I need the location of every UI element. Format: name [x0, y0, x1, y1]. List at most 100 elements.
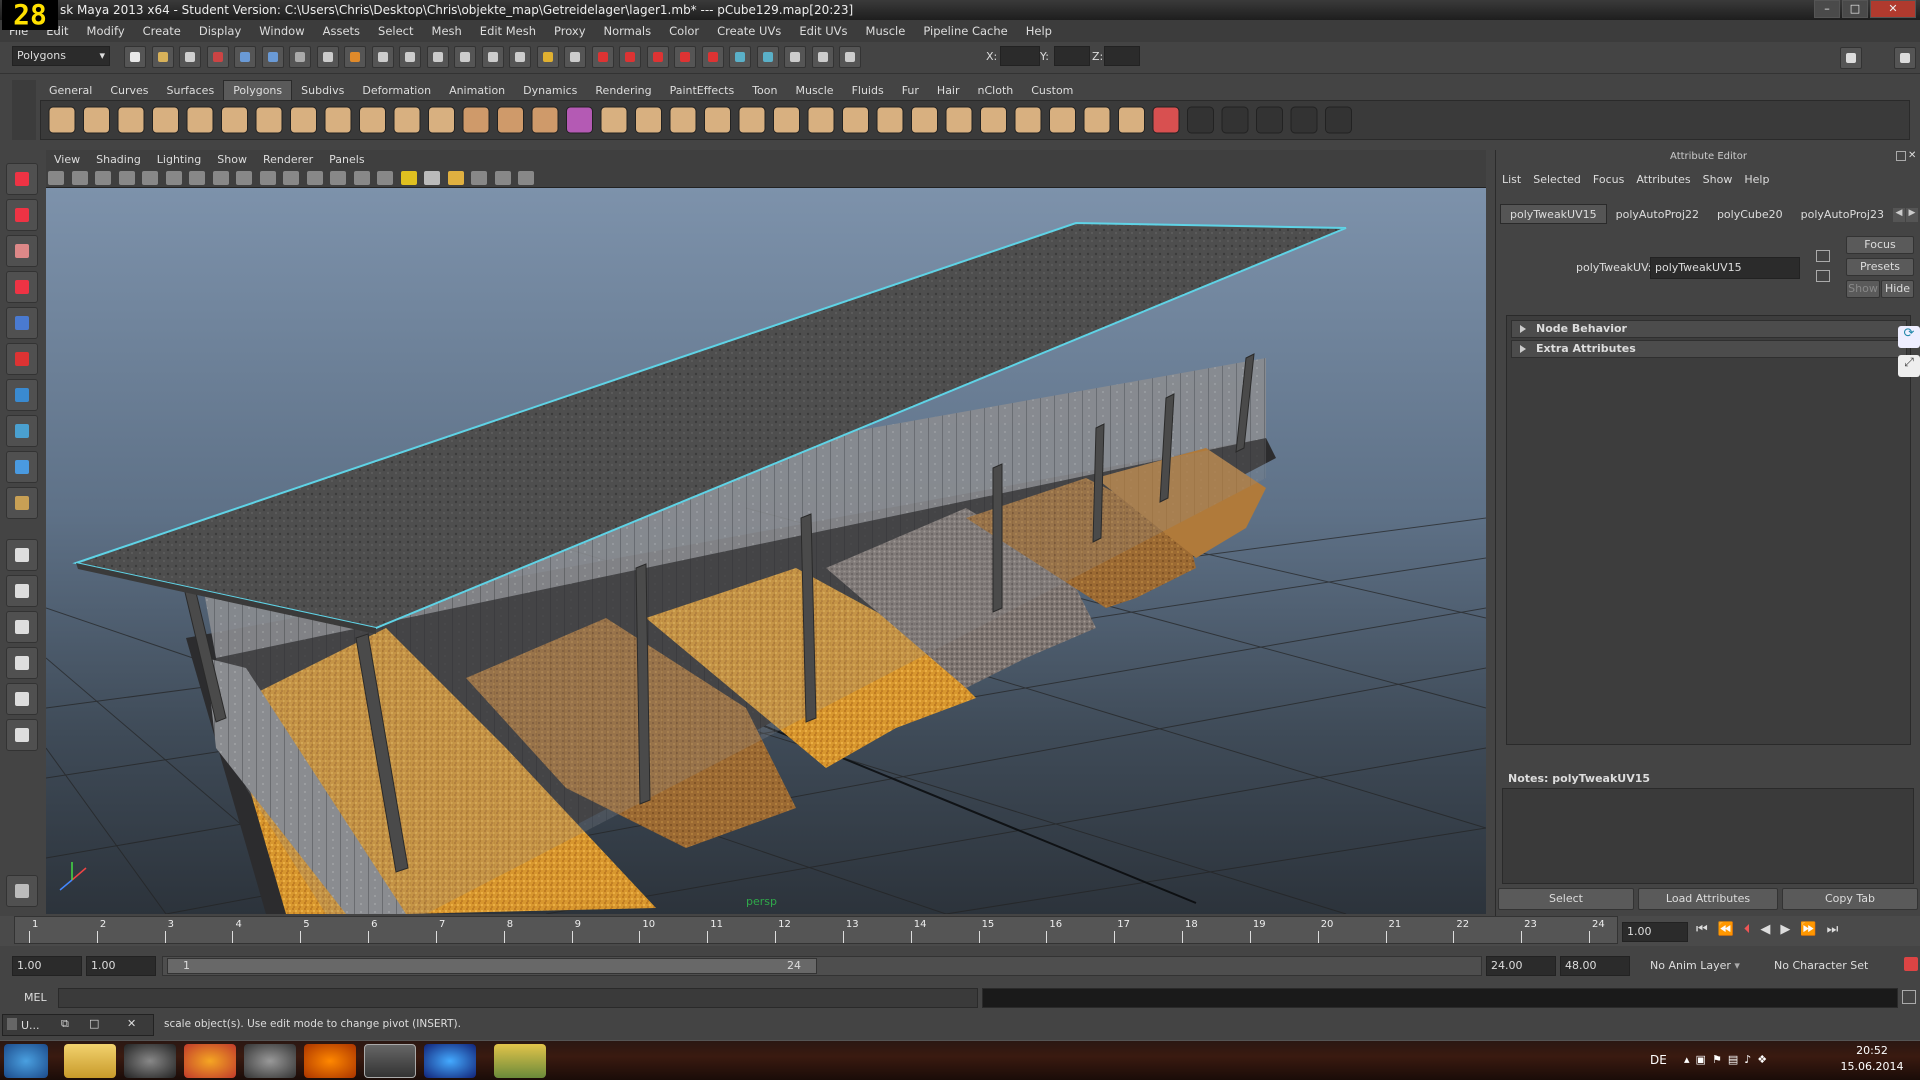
shelf-extract-icon[interactable] [600, 106, 628, 134]
viewport-menu-shading[interactable]: Shading [96, 153, 141, 166]
rotate-tool-icon[interactable] [6, 307, 38, 339]
shelf-helix-icon[interactable] [359, 106, 386, 134]
shelf-tab-curves[interactable]: Curves [101, 81, 157, 101]
ipr-render-icon[interactable] [674, 46, 696, 68]
shelf-prism-icon[interactable] [255, 106, 283, 134]
high-quality-icon[interactable] [447, 171, 464, 185]
maximize-icon[interactable]: □ [89, 1017, 99, 1030]
action-center-icon[interactable]: ⚑ [1712, 1053, 1728, 1066]
focus-button[interactable]: Focus [1846, 236, 1914, 254]
ae-menu-show[interactable]: Show [1703, 173, 1733, 186]
shelf-tab-painteffects[interactable]: PaintEffects [661, 81, 744, 101]
shelf-cylinder-icon[interactable] [117, 106, 145, 134]
shelf-separate-icon[interactable] [497, 106, 524, 134]
ae-menu-list[interactable]: List [1502, 173, 1521, 186]
safe-title-icon[interactable] [283, 171, 299, 185]
select-hierarchy-icon[interactable] [206, 46, 229, 68]
range-slider[interactable]: 1 24 [162, 956, 1482, 976]
help-icon[interactable] [509, 46, 531, 68]
network-icon[interactable]: ▤ [1728, 1053, 1744, 1066]
menu-pipeline-cache[interactable]: Pipeline Cache [923, 24, 1007, 38]
lock-icon[interactable] [536, 46, 559, 68]
character-set-dropdown[interactable]: No Character Set [1774, 959, 1900, 972]
copy-tab-button[interactable]: Copy Tab [1782, 888, 1918, 910]
section-node-behavior[interactable]: Node Behavior [1511, 320, 1907, 338]
shelf-tab-fluids[interactable]: Fluids [843, 81, 893, 101]
menu-muscle[interactable]: Muscle [866, 24, 906, 38]
ae-tab-polycube20[interactable]: polyCube20 [1708, 205, 1792, 225]
z-field[interactable] [1104, 46, 1140, 66]
node-name-field[interactable]: polyTweakUV15 [1650, 257, 1800, 279]
menu-display[interactable]: Display [199, 24, 241, 38]
render-view-icon[interactable] [619, 46, 641, 68]
shelf-tab-custom[interactable]: Custom [1022, 81, 1082, 101]
end-time-field[interactable]: 48.00 [1560, 956, 1630, 976]
range-slider-handle[interactable] [167, 958, 817, 974]
render-current-icon[interactable] [646, 46, 669, 68]
load-attributes-button[interactable]: Load Attributes [1638, 888, 1778, 910]
select-component-icon[interactable] [261, 46, 284, 68]
shelf-merge-icon[interactable] [980, 106, 1007, 134]
shelf-tab-toon[interactable]: Toon [743, 81, 786, 101]
shelf-pyramid-icon[interactable] [290, 106, 317, 134]
shelf-tab-ncloth[interactable]: nCloth [969, 81, 1023, 101]
shelf-split-icon[interactable] [876, 106, 904, 134]
tab-scroll-left-icon[interactable]: ◀ [1893, 208, 1905, 222]
input-line-icon[interactable] [756, 46, 779, 68]
start-time-field[interactable]: 1.00 [12, 956, 82, 976]
viewport-menu-lighting[interactable]: Lighting [157, 153, 201, 166]
shelf-bridge-icon[interactable] [842, 106, 869, 134]
menu-select[interactable]: Select [378, 24, 413, 38]
move-tool-icon[interactable] [6, 271, 38, 303]
maximize-button[interactable]: □ [1842, 0, 1868, 18]
shelf-tab-deformation[interactable]: Deformation [353, 81, 440, 101]
ae-tab-polyautoproj23[interactable]: polyAutoProj23 [1792, 205, 1893, 225]
persp-outliner-layout-icon[interactable] [6, 611, 38, 643]
select-by-edge-icon[interactable] [371, 46, 394, 68]
hypershade-icon[interactable] [729, 46, 751, 68]
step-back-key-icon[interactable]: ⏪ [1718, 922, 1744, 937]
scale-tool-icon[interactable] [6, 343, 38, 375]
clock[interactable]: 20:52 15.06.2014 [1832, 1043, 1912, 1075]
menu-edit-mesh[interactable]: Edit Mesh [480, 24, 536, 38]
float-panel-icon[interactable] [1896, 151, 1906, 161]
input-connection-icon[interactable] [1816, 250, 1830, 262]
shelf-reduce-icon[interactable] [704, 106, 731, 134]
shelf-mirror-icon[interactable] [635, 106, 662, 134]
construction-history-icon[interactable] [591, 46, 614, 68]
shelf-platonic-icon[interactable] [428, 106, 455, 134]
shelf-fill-hole-icon[interactable] [669, 106, 697, 134]
lock-camera-icon[interactable] [71, 171, 88, 185]
tray-expand-icon[interactable]: ▴ [1684, 1053, 1696, 1066]
shelf-cube-icon[interactable] [83, 106, 110, 134]
shelf-uv-spherical-icon[interactable] [1256, 106, 1283, 134]
render-settings-icon[interactable] [701, 46, 724, 68]
menu-assets[interactable]: Assets [323, 24, 360, 38]
menu-modify[interactable]: Modify [87, 24, 125, 38]
firefox-icon[interactable] [184, 1044, 236, 1078]
manipulator-tool-icon[interactable] [6, 379, 38, 411]
smooth-shade-icon[interactable] [330, 171, 346, 185]
last-tool-icon[interactable] [6, 487, 38, 519]
teamviewer-icon[interactable] [424, 1044, 476, 1078]
restore-icon[interactable]: ⧉ [61, 1017, 69, 1031]
four-view-layout-icon[interactable] [6, 575, 38, 607]
isolate-select-icon[interactable] [471, 171, 487, 185]
open-scene-icon[interactable] [151, 46, 174, 68]
xray-icon[interactable] [494, 171, 511, 185]
resolution-gate-icon[interactable] [189, 171, 205, 185]
shelf-extrude-icon[interactable] [807, 106, 835, 134]
shelf-tab-muscle[interactable]: Muscle [786, 81, 842, 101]
show-button[interactable]: Show [1846, 280, 1880, 298]
attribute-editor-toggle-icon[interactable] [1893, 47, 1916, 69]
shelf-cone-icon[interactable] [152, 106, 179, 134]
save-scene-icon[interactable] [179, 46, 201, 68]
shelf-smooth-icon[interactable] [531, 106, 559, 134]
sync-icon[interactable]: ⟳ [1898, 326, 1920, 348]
shelf-plane-icon[interactable] [186, 106, 214, 134]
volume-icon[interactable]: ♪ [1744, 1053, 1757, 1066]
shelf-tab-animation[interactable]: Animation [440, 81, 514, 101]
select-by-handle-icon[interactable] [316, 46, 339, 68]
dropbox-icon[interactable]: ❖ [1757, 1053, 1773, 1066]
snap-curve-icon[interactable] [481, 46, 504, 68]
